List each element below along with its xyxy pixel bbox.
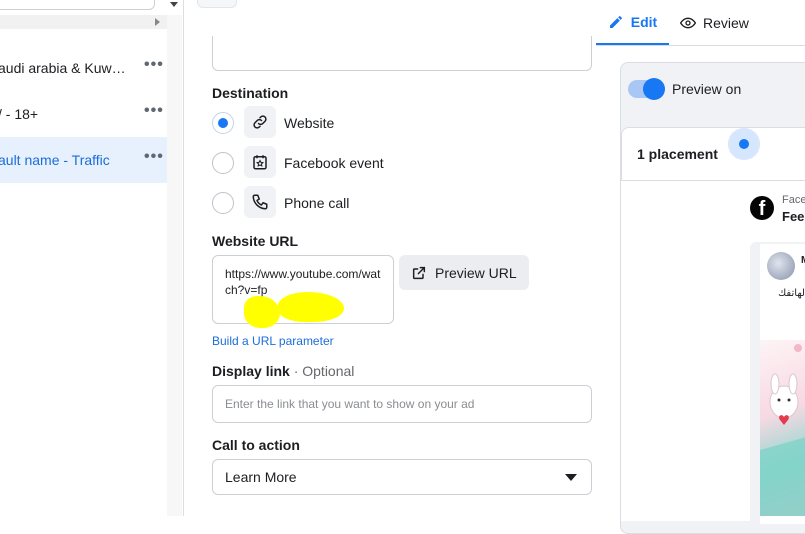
post-author-initial: M <box>801 255 805 266</box>
more-options-icon[interactable]: ••• <box>144 57 164 73</box>
destination-website-label: Website <box>284 115 335 131</box>
placement-count-label: 1 placement <box>637 146 718 162</box>
tab-edit-label: Edit <box>630 13 658 30</box>
sidebar-item-label: / - 18+ <box>0 106 39 122</box>
post-creative-image <box>760 340 805 516</box>
display-link-heading: Display link · Optional <box>212 363 354 379</box>
facebook-logo-icon: f <box>750 196 774 220</box>
campaign-tree-sidebar: audi arabia & Kuw… ••• / - 18+ ••• ault … <box>0 0 184 516</box>
destination-facebook-event-label: Facebook event <box>284 155 384 171</box>
placement-indicator-dot[interactable] <box>739 139 749 149</box>
destination-heading: Destination <box>212 85 289 101</box>
display-link-input[interactable]: Enter the link that you want to show on … <box>212 385 592 423</box>
tab-edit[interactable]: Edit <box>596 0 669 46</box>
sidebar-vertical-scrollbar[interactable] <box>167 15 182 516</box>
placement-platform-label: Face <box>782 194 805 206</box>
sidebar-item-ad-set-1[interactable]: audi arabia & Kuw… ••• <box>0 45 167 91</box>
sidebar-search-input[interactable] <box>0 0 155 10</box>
redaction-mark <box>278 292 344 322</box>
tab-review-label: Review <box>703 15 749 31</box>
sidebar-item-label: audi arabia & Kuw… <box>0 60 126 76</box>
sidebar-horizontal-scrollbar[interactable] <box>0 15 167 29</box>
website-url-heading: Website URL <box>212 233 299 249</box>
placement-feed-label: Fee <box>782 209 805 224</box>
tab-review[interactable]: Review <box>680 0 749 46</box>
link-icon <box>244 106 276 138</box>
destination-phone-call-label: Phone call <box>284 195 350 211</box>
avatar <box>767 252 795 280</box>
build-url-parameter-link[interactable]: Build a URL parameter <box>212 334 334 348</box>
sidebar-item-label: ault name - Traffic <box>0 152 110 168</box>
scroll-right-arrow-icon[interactable] <box>155 18 160 26</box>
call-to-action-heading: Call to action <box>212 437 300 453</box>
sidebar-item-ad-selected[interactable]: ault name - Traffic ••• <box>0 137 167 183</box>
destination-phone-call-radio[interactable] <box>212 192 234 214</box>
destination-facebook-event-radio[interactable] <box>212 152 234 174</box>
preview-toggle-knob[interactable] <box>643 78 665 100</box>
preview-url-button[interactable]: Preview URL <box>399 255 529 290</box>
external-link-icon <box>412 266 426 279</box>
edit-review-tabs: Edit Review <box>596 0 805 46</box>
redaction-mark <box>244 296 280 328</box>
eye-icon <box>680 17 696 29</box>
toolbar-button-stub[interactable] <box>197 0 237 8</box>
previous-text-field[interactable] <box>212 36 592 71</box>
display-link-title: Display link <box>212 363 290 379</box>
sidebar-item-ad-set-2[interactable]: / - 18+ ••• <box>0 91 167 137</box>
preview-on-label: Preview on <box>672 81 742 97</box>
chevron-down-icon <box>565 474 577 481</box>
phone-icon <box>244 186 276 218</box>
tabs-divider <box>596 45 805 46</box>
optional-tag: · Optional <box>289 363 355 379</box>
call-to-action-select[interactable]: Learn More <box>212 459 592 495</box>
more-options-icon[interactable]: ••• <box>144 103 164 119</box>
destination-website-radio[interactable] <box>212 112 234 134</box>
preview-url-label: Preview URL <box>435 264 517 281</box>
pencil-icon <box>609 15 622 28</box>
post-primary-text: ة لهاتفك <box>778 288 805 299</box>
more-options-icon[interactable]: ••• <box>144 149 164 165</box>
scroll-up-arrow-icon[interactable] <box>170 2 178 7</box>
calendar-star-icon <box>244 146 276 178</box>
